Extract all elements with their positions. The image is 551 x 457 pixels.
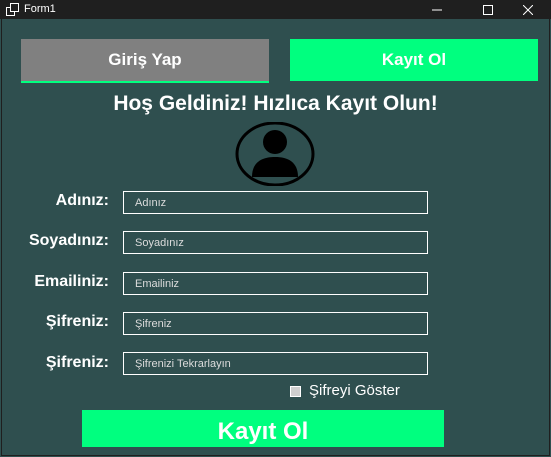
- user-avatar-icon: [235, 122, 315, 186]
- minimize-button[interactable]: [414, 0, 460, 19]
- close-button[interactable]: [505, 0, 551, 19]
- title-bar: Form1: [0, 0, 551, 19]
- first-name-input[interactable]: [123, 191, 428, 214]
- form-icon: [6, 3, 19, 16]
- first-name-label: Adınız:: [55, 192, 109, 209]
- welcome-heading: Hoş Geldiniz! Hızlıca Kayıt Olun!: [113, 92, 438, 115]
- window-title: Form1: [24, 3, 56, 15]
- password-input[interactable]: [123, 312, 428, 335]
- email-input[interactable]: [123, 272, 428, 295]
- password-confirm-input[interactable]: [123, 352, 428, 375]
- password-confirm-label: Şifreniz:: [45, 354, 109, 371]
- email-label: Emailiniz:: [34, 273, 109, 290]
- password-label: Şifreniz:: [45, 313, 109, 330]
- last-name-label: Soyadınız:: [28, 232, 109, 249]
- show-password-label[interactable]: Şifreyi Göster: [309, 382, 400, 399]
- minimize-icon: [432, 9, 442, 10]
- show-password-checkbox[interactable]: [290, 386, 301, 397]
- login-tab-button[interactable]: Giriş Yap: [21, 39, 269, 83]
- close-icon: [523, 4, 533, 15]
- last-name-input[interactable]: [123, 231, 428, 254]
- register-submit-button[interactable]: Kayıt Ol: [82, 410, 444, 447]
- maximize-icon: [483, 4, 493, 15]
- register-tab-button[interactable]: Kayıt Ol: [290, 39, 538, 83]
